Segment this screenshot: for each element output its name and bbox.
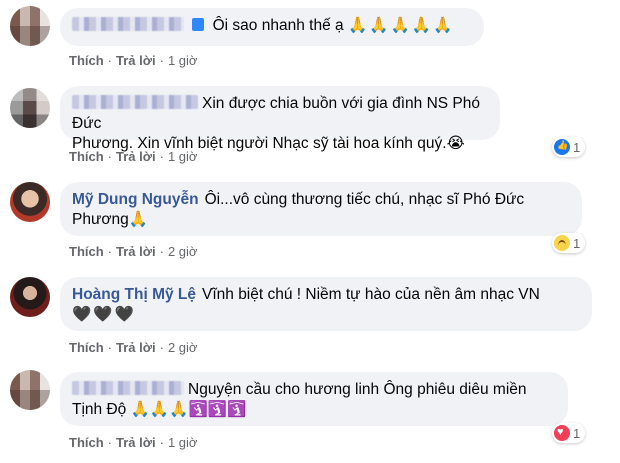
blurred-author-name[interactable] xyxy=(72,17,184,31)
comment-actions: Thích · Trả lời · 1 giờ xyxy=(69,435,198,450)
avatar[interactable] xyxy=(10,277,50,317)
comment-bubble: Mỹ Dung Nguyễn Ôi...vô cùng thương tiếc c… xyxy=(60,182,582,236)
timestamp[interactable]: 1 giờ xyxy=(168,149,198,164)
like-link[interactable]: Thích xyxy=(69,244,104,259)
like-link[interactable]: Thích xyxy=(69,340,104,355)
reaction-summary[interactable]: 1 xyxy=(552,423,586,443)
avatar[interactable] xyxy=(10,370,50,410)
reaction-count: 1 xyxy=(573,235,581,251)
comment-actions: Thích · Trả lời · 2 giờ xyxy=(69,244,198,259)
reply-link[interactable]: Trả lời xyxy=(116,244,156,259)
reaction-summary[interactable]: 1 xyxy=(552,233,586,253)
note-icon xyxy=(192,18,205,31)
timestamp[interactable]: 2 giờ xyxy=(168,340,198,355)
timestamp[interactable]: 1 giờ xyxy=(168,435,198,450)
comment-bubble: Ôi sao nhanh thế ạ 🙏🙏🙏🙏🙏 xyxy=(60,8,484,46)
reply-link[interactable]: Trả lời xyxy=(116,435,156,450)
timestamp[interactable]: 1 giờ xyxy=(168,53,198,68)
like-link[interactable]: Thích xyxy=(69,53,104,68)
comment-bubble: Nguyện cầu cho hương linh Ông phiêu diêu… xyxy=(60,372,568,426)
comment-text-line1: Ôi...vô cùng thương tiếc chú, nhạc sĩ Ph… xyxy=(204,191,525,208)
reply-link[interactable]: Trả lời xyxy=(116,340,156,355)
avatar[interactable] xyxy=(10,182,50,222)
black-heart-icon: 🖤🖤🖤 xyxy=(72,306,136,323)
reply-link[interactable]: Trả lời xyxy=(116,149,156,164)
comment-text-line1: Vĩnh biệt chú ! Niềm tự hào của nền âm n… xyxy=(202,286,540,303)
blurred-author-name[interactable] xyxy=(72,95,198,109)
like-link[interactable]: Thích xyxy=(69,435,104,450)
avatar[interactable] xyxy=(10,88,50,128)
comment-text-line1: Nguyện cầu cho hương linh Ông phiêu diêu… xyxy=(188,381,527,398)
reaction-count: 1 xyxy=(573,425,581,441)
reaction-count: 1 xyxy=(573,139,581,155)
comment-text-line2: Phương🙏 xyxy=(72,211,149,228)
comment-text-line2: Tịnh Độ 🙏🙏🙏🛐🛐🛐 xyxy=(72,401,247,418)
timestamp[interactable]: 2 giờ xyxy=(168,244,198,259)
author-name[interactable]: Mỹ Dung Nguyễn xyxy=(72,191,199,208)
like-link[interactable]: Thích xyxy=(69,149,104,164)
reply-link[interactable]: Trả lời xyxy=(116,53,156,68)
pray-emoji-icon: 🙏🙏🙏🙏🙏 xyxy=(347,17,455,34)
avatar[interactable] xyxy=(10,6,50,46)
love-icon xyxy=(554,425,570,441)
sad-icon xyxy=(554,235,570,251)
blurred-author-name[interactable] xyxy=(72,381,184,395)
author-name[interactable]: Hoàng Thị Mỹ Lệ xyxy=(72,286,196,303)
comment-actions: Thích · Trả lời · 2 giờ xyxy=(69,340,198,355)
comment-bubble: Hoàng Thị Mỹ Lệ Vĩnh biệt chú ! Niềm tự h… xyxy=(60,277,592,331)
comment-text: Ôi sao nhanh thế ạ xyxy=(212,17,344,34)
comment-bubble: Xin được chia buồn với gia đình NS Phó Đ… xyxy=(60,86,500,152)
comment-actions: Thích · Trả lời · 1 giờ xyxy=(69,53,198,68)
comment-actions: Thích · Trả lời · 1 giờ xyxy=(69,149,198,164)
reaction-summary[interactable]: 1 xyxy=(552,137,586,157)
like-icon xyxy=(554,139,570,155)
